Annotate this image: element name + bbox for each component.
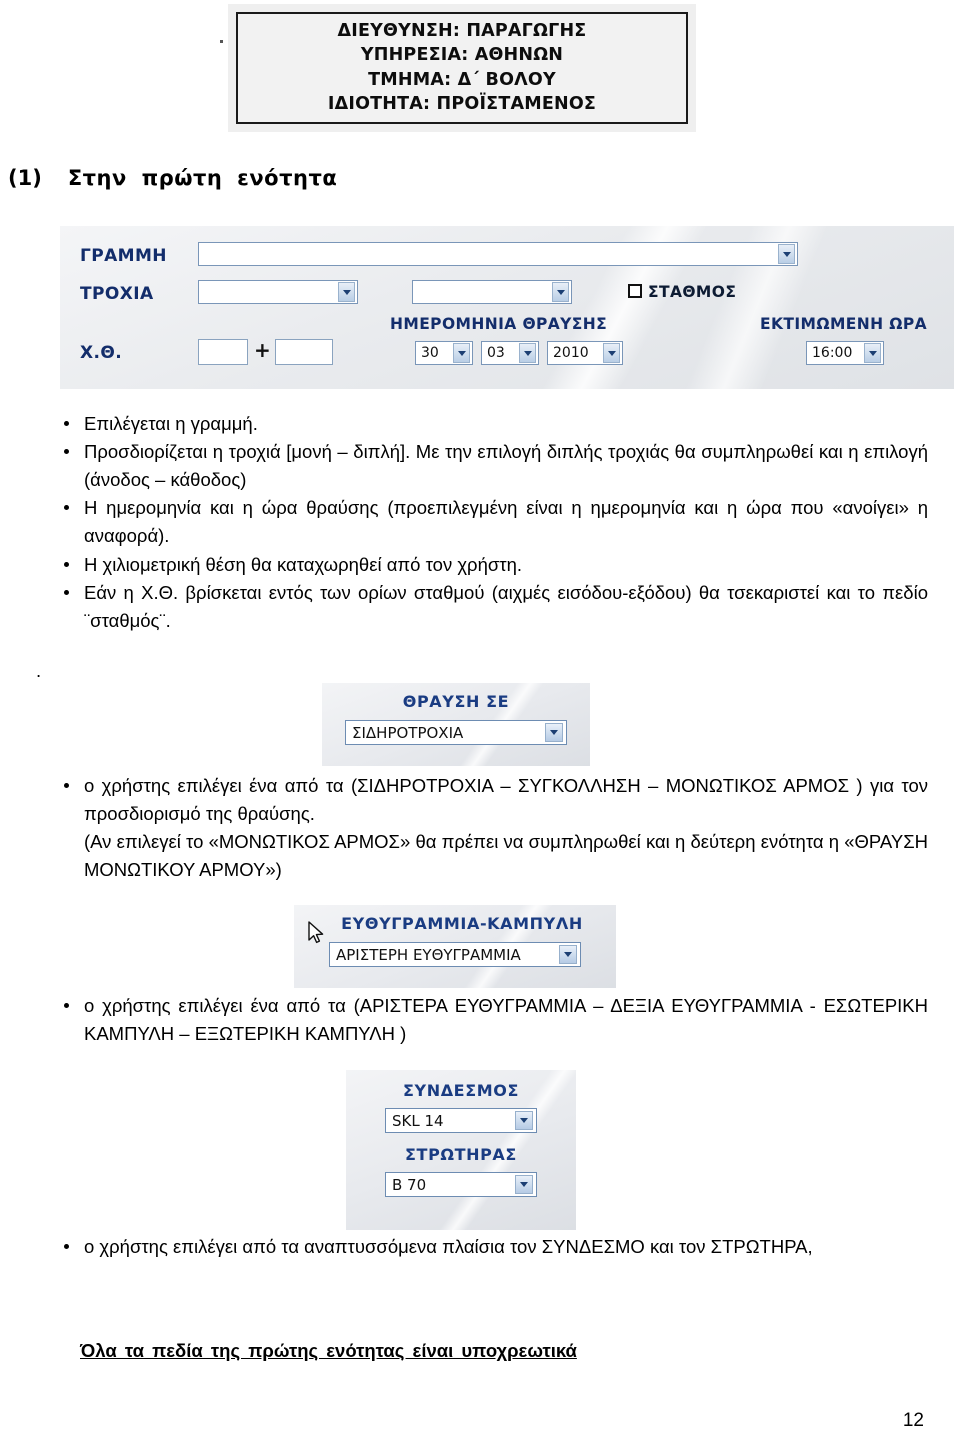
time-select[interactable]: 16:00 xyxy=(806,341,884,365)
chevron-down-icon[interactable] xyxy=(552,282,569,302)
strotiras-value: B 70 xyxy=(392,1175,427,1194)
mouse-pointer-icon xyxy=(308,921,324,944)
chevron-down-icon[interactable] xyxy=(515,1111,533,1130)
page-number: 12 xyxy=(902,1410,924,1431)
chevron-down-icon[interactable] xyxy=(545,723,563,742)
bullet-list-group2: ο χρήστης επιλέγει ένα από τα (ΣΙΔΗΡΟΤΡΟ… xyxy=(48,772,928,884)
label-time-header: ΕΚΤΙΜΩΜΕΝΗ ΩΡΑ xyxy=(760,315,928,333)
form-screenshot: ΓΡΑΜΜΗ ΤΡΟΧΙΑ ΣΤΑΘΜΟΣ ΗΜΕΡΟΜΗΝΙΑ ΘΡΑΥΣΗΣ… xyxy=(60,226,954,389)
xtheta-plus-separator: + xyxy=(254,338,271,362)
label-stathmos: ΣΤΑΘΜΟΣ xyxy=(648,283,737,301)
chevron-down-icon[interactable] xyxy=(338,282,355,302)
efthigrammia-kampyli-value: ΑΡΙΣΤΕΡΗ ΕΥΘΥΓΡΑΜΜΙΑ xyxy=(336,945,521,964)
strotiras-title: ΣΤΡΩΤΗΡΑΣ xyxy=(405,1145,517,1164)
header-line-role: ΙΔΙΟΤΗΤΑ: ΠΡΟΪΣΤΑΜΕΝΟΣ xyxy=(327,93,597,114)
header-line-department: ΤΜΗΜΑ: Δ΄ ΒΟΛΟΥ xyxy=(368,69,556,90)
bullet-list-group3: ο χρήστης επιλέγει ένα από τα (ΑΡΙΣΤΕΡΑ … xyxy=(48,992,928,1048)
troxia-select-b[interactable] xyxy=(412,280,572,304)
thrausi-se-screenshot: ΘΡΑΥΣΗ ΣΕ ΣΙΔΗΡΟΤΡΟΧΙΑ xyxy=(322,683,590,766)
date-year-select[interactable]: 2010 xyxy=(547,341,623,365)
chevron-down-icon[interactable] xyxy=(559,945,577,964)
chevron-down-icon[interactable] xyxy=(453,343,470,363)
label-troxia: ΤΡΟΧΙΑ xyxy=(80,284,154,304)
thrausi-se-select[interactable]: ΣΙΔΗΡΟΤΡΟΧΙΑ xyxy=(345,720,567,745)
efthigrammia-kampyli-screenshot: ΕΥΘΥΓΡΑΜΜΙΑ-ΚΑΜΠΥΛΗ ΑΡΙΣΤΕΡΗ ΕΥΘΥΓΡΑΜΜΙΑ xyxy=(294,905,616,988)
section-number: (1) xyxy=(8,166,42,190)
strotiras-select[interactable]: B 70 xyxy=(385,1172,537,1197)
stray-dot-mark xyxy=(220,40,223,43)
list-item: Η χιλιομετρική θέση θα καταχωρηθεί από τ… xyxy=(48,551,928,579)
syndesmos-strotiras-screenshot: ΣΥΝΔΕΣΜΟΣ SKL 14 ΣΤΡΩΤΗΡΑΣ B 70 xyxy=(346,1070,576,1230)
header-screenshot-frame: ΔΙΕΥΘΥΝΣΗ: ΠΑΡΑΓΩΓΗΣ ΥΠΗΡΕΣΙΑ: ΑΘΗΝΩΝ ΤΜ… xyxy=(236,12,688,124)
bullet-list-group4: ο χρήστης επιλέγει από τα αναπτυσσόμενα … xyxy=(48,1233,928,1261)
bullet-list-group1: Επιλέγεται η γραμμή. Προσδιορίζεται η τρ… xyxy=(48,410,928,635)
header-line-service: ΥΠΗΡΕΣΙΑ: ΑΘΗΝΩΝ xyxy=(360,45,564,66)
list-item: ο χρήστης επιλέγει ένα από τα (ΣΙΔΗΡΟΤΡΟ… xyxy=(48,772,928,828)
thrausi-se-title: ΘΡΑΥΣΗ ΣΕ xyxy=(402,692,510,711)
label-xtheta: Χ.Θ. xyxy=(80,343,123,363)
header-screenshot: ΔΙΕΥΘΥΝΣΗ: ΠΑΡΑΓΩΓΗΣ ΥΠΗΡΕΣΙΑ: ΑΘΗΝΩΝ ΤΜ… xyxy=(228,4,696,132)
xtheta-km-input[interactable] xyxy=(198,339,248,365)
label-date-header: ΗΜΕΡΟΜΗΝΙΑ ΘΡΑΥΣΗΣ xyxy=(390,315,608,333)
list-item: ο χρήστης επιλέγει ένα από τα (ΑΡΙΣΤΕΡΑ … xyxy=(48,992,928,1048)
list-item: Επιλέγεται η γραμμή. xyxy=(48,410,928,438)
date-day-value: 30 xyxy=(421,345,439,361)
thrausi-se-value: ΣΙΔΗΡΟΤΡΟΧΙΑ xyxy=(352,723,464,742)
stray-period-mark: . xyxy=(36,660,42,681)
mandatory-fields-note: Όλα τα πεδία της πρώτης ενότητας είναι υ… xyxy=(80,1340,577,1361)
date-month-value: 03 xyxy=(487,345,505,361)
chevron-down-icon[interactable] xyxy=(778,244,795,264)
syndesmos-select[interactable]: SKL 14 xyxy=(385,1108,537,1133)
label-grammi: ΓΡΑΜΜΗ xyxy=(80,246,167,266)
date-month-select[interactable]: 03 xyxy=(481,341,539,365)
chevron-down-icon[interactable] xyxy=(519,343,536,363)
list-item: Η ημερομηνία και η ώρα θραύσης (προεπιλε… xyxy=(48,494,928,550)
syndesmos-value: SKL 14 xyxy=(392,1111,444,1130)
section-title: Στην πρώτη ενότητα xyxy=(67,166,338,190)
header-line-direction: ΔΙΕΥΘΥΝΣΗ: ΠΑΡΑΓΩΓΗΣ xyxy=(337,21,587,42)
syndesmos-title: ΣΥΝΔΕΣΜΟΣ xyxy=(402,1081,519,1100)
date-day-select[interactable]: 30 xyxy=(415,341,473,365)
efthigrammia-kampyli-select[interactable]: ΑΡΙΣΤΕΡΗ ΕΥΘΥΓΡΑΜΜΙΑ xyxy=(329,942,581,967)
list-item: ο χρήστης επιλέγει από τα αναπτυσσόμενα … xyxy=(48,1233,928,1261)
list-item: Εάν η Χ.Θ. βρίσκεται εντός των ορίων στα… xyxy=(48,579,928,635)
date-year-value: 2010 xyxy=(553,345,589,361)
chevron-down-icon[interactable] xyxy=(864,343,881,363)
chevron-down-icon[interactable] xyxy=(515,1175,533,1194)
grammi-select[interactable] xyxy=(198,242,798,266)
list-item: Προσδιορίζεται η τροχιά [μονή – διπλή]. … xyxy=(48,438,928,494)
list-item: (Αν επιλεγεί το «ΜΟΝΩΤΙΚΟΣ ΑΡΜΟΣ» θα πρέ… xyxy=(84,831,928,881)
time-value: 16:00 xyxy=(812,345,853,361)
section-heading: (1) Στην πρώτη ενότητα xyxy=(8,166,337,190)
stathmos-checkbox[interactable] xyxy=(628,284,642,298)
xtheta-m-input[interactable] xyxy=(275,339,333,365)
efthigrammia-kampyli-title: ΕΥΘΥΓΡΑΜΜΙΑ-ΚΑΜΠΥΛΗ xyxy=(341,914,583,933)
chevron-down-icon[interactable] xyxy=(603,343,620,363)
troxia-select-a[interactable] xyxy=(198,280,358,304)
